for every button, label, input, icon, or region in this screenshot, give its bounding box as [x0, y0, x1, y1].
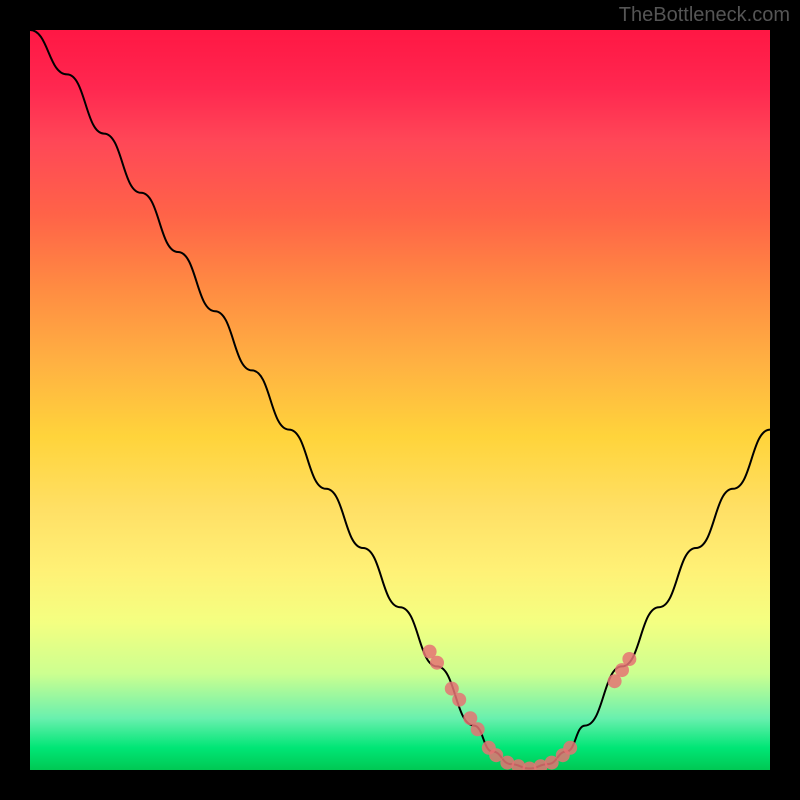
bottleneck-curve-line — [30, 30, 770, 769]
data-point — [622, 652, 636, 666]
data-point — [430, 656, 444, 670]
data-point — [452, 693, 466, 707]
data-point — [563, 741, 577, 755]
watermark-text: TheBottleneck.com — [619, 4, 790, 27]
data-points-group — [423, 645, 637, 770]
chart-area — [30, 30, 770, 770]
chart-svg — [30, 30, 770, 770]
data-point — [471, 722, 485, 736]
